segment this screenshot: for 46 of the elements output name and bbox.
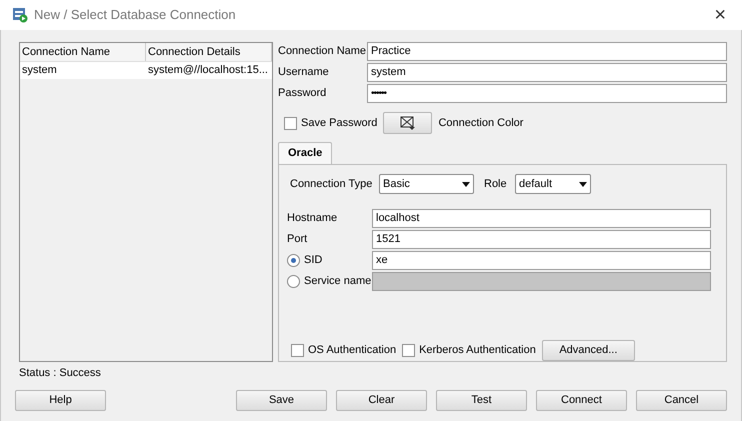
- column-header[interactable]: Connection Name: [20, 43, 146, 61]
- checkbox[interactable]: [402, 344, 416, 356]
- field-label: SID: [304, 253, 322, 268]
- column-header[interactable]: Connection Details: [146, 43, 272, 61]
- caret-icon: [579, 182, 587, 186]
- color-button[interactable]: [383, 112, 432, 134]
- color-label: Connection Color: [438, 116, 524, 131]
- color-swatch-icon: [400, 116, 416, 130]
- dialog-button[interactable]: Connect: [536, 390, 627, 411]
- checkbox-label: Kerberos Authentication: [419, 342, 536, 358]
- window-title: New / Select Database Connection: [34, 6, 236, 24]
- field-label: Role: [484, 176, 508, 192]
- input-field[interactable]: localhost: [372, 209, 711, 228]
- database-icon: [12, 7, 28, 23]
- input-field[interactable]: Practice: [367, 42, 727, 61]
- radio-button[interactable]: [287, 254, 300, 267]
- dialog-button[interactable]: Cancel: [636, 390, 727, 411]
- connection-row[interactable]: system system@//localhost:15...: [20, 62, 272, 79]
- dialog-button[interactable]: Help: [15, 390, 106, 411]
- checkbox[interactable]: [284, 116, 297, 130]
- field-label: Password: [278, 86, 328, 102]
- dropdown[interactable]: default: [515, 174, 591, 194]
- input-field[interactable]: system: [367, 63, 727, 82]
- dialog-button[interactable]: Save: [236, 390, 327, 411]
- field-label: Connection Name: [278, 44, 367, 60]
- checkbox-label: Save Password: [301, 116, 378, 131]
- field-label: Username: [278, 65, 330, 80]
- advanced-button[interactable]: Advanced...: [542, 340, 635, 360]
- checkbox[interactable]: [291, 344, 304, 356]
- field-label: Hostname: [287, 211, 338, 226]
- caret-icon: [462, 182, 470, 186]
- input-field[interactable]: ••••••: [367, 84, 727, 103]
- status-text: Status : Success: [19, 366, 102, 381]
- table-cell-text: system@//localhost:15...: [147, 63, 269, 78]
- dialog-button[interactable]: Test: [436, 390, 527, 411]
- tab[interactable]: Oracle: [278, 142, 332, 164]
- input-field[interactable]: 1521: [372, 230, 711, 249]
- field-label: Connection Type: [290, 176, 374, 192]
- input-field[interactable]: xe: [372, 251, 711, 270]
- table-cell-text: system: [21, 63, 58, 78]
- dialog-button[interactable]: Clear: [336, 390, 427, 411]
- checkbox-label: OS Authentication: [308, 342, 396, 358]
- dropdown[interactable]: Basic: [379, 174, 474, 194]
- field-label: Service name: [304, 274, 372, 290]
- close-button[interactable]: ×: [714, 5, 726, 25]
- field-label: Port: [287, 232, 308, 248]
